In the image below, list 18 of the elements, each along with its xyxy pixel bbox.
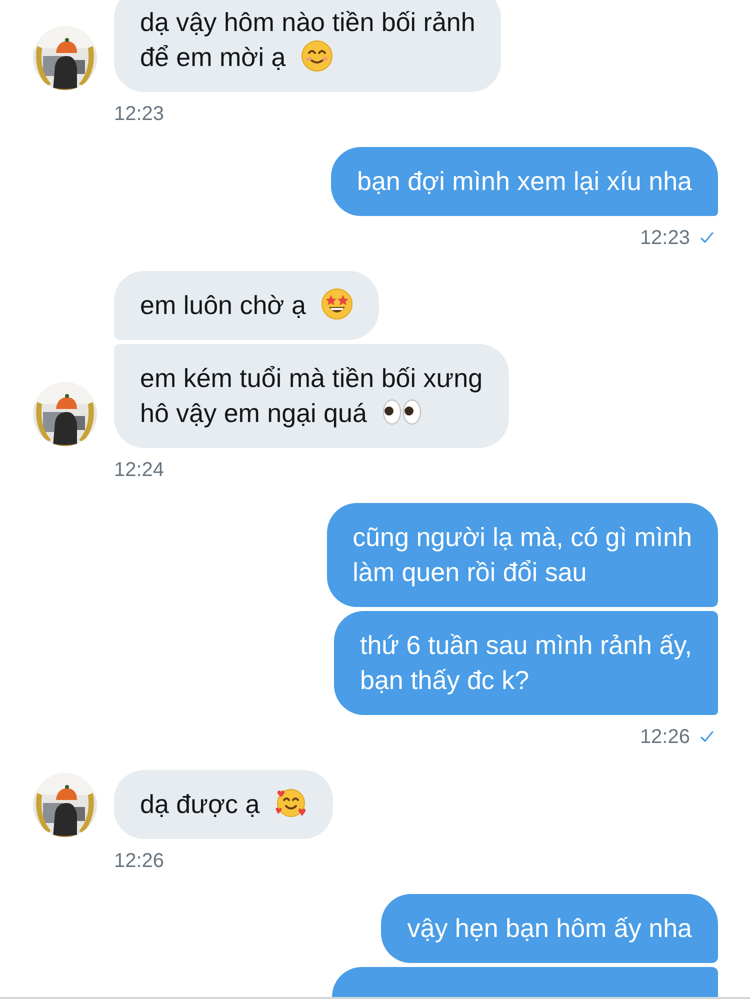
- message-text: em kém tuổi mà tiền bối xưng: [140, 362, 483, 395]
- smiling-face-with-hearts-icon: [274, 787, 307, 819]
- star-eyes-face-icon: [321, 288, 354, 320]
- smiling-face-icon: [300, 40, 333, 72]
- timestamp: 12:24: [114, 458, 164, 482]
- message-text: vậy hẹn bạn hôm ấy nha: [407, 913, 692, 943]
- message-text: hô vậy em ngại quá: [140, 398, 367, 428]
- message-text: cũng người lạ mà, có gì mình làm quen rồi đổi sau: [352, 522, 692, 587]
- message-text: dạ vậy hôm nào tiền bối rảnh: [140, 6, 476, 39]
- timestamp: 12:26: [114, 849, 164, 873]
- timestamp: 12:26: [640, 725, 690, 749]
- timestamp: 12:23: [640, 226, 690, 250]
- message-text: thứ 6 tuần sau mình rảnh ấy, bạn thấy đc k?: [360, 630, 692, 695]
- message-text: bạn đợi mình xem lại xíu nha: [356, 166, 692, 196]
- message-text: em luôn chờ ạ: [140, 290, 306, 320]
- message-text: để em mời ạ: [140, 42, 286, 72]
- message-text: dạ được ạ: [140, 789, 260, 819]
- timestamp: 12:23: [114, 102, 164, 126]
